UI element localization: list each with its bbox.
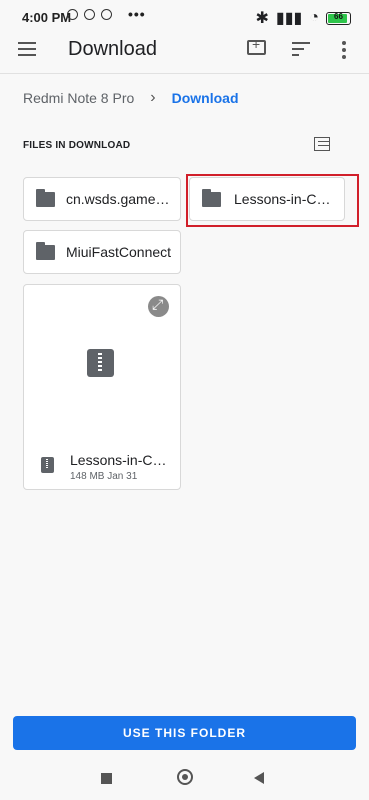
wifi-icon: ◔ [309,9,319,26]
breadcrumb: Redmi Note 8 Pro › Download [23,89,239,107]
battery-icon: 66 [326,11,351,25]
signal-icon: ▮▮▮ [275,10,303,27]
file-name: Lessons-in-Che... [70,452,174,468]
notification-icons [67,9,112,20]
folder-label: MiuiFastConnect [66,244,172,260]
selection-highlight [186,174,359,227]
app-bar: Download [0,34,369,66]
list-view-icon[interactable] [314,137,330,151]
sort-icon[interactable] [292,42,310,56]
folder-label: cn.wsds.game.... [66,191,171,207]
section-header: FILES IN DOWNLOAD [23,140,131,151]
zip-file-card[interactable]: Lessons-in-Che... 148 MB Jan 31 [23,284,181,490]
divider [0,73,369,74]
status-time: 4:00 PM [22,10,72,25]
notification-icon [101,9,112,20]
bluetooth-icon: ✱ [255,10,269,27]
recent-apps-icon[interactable] [101,773,112,784]
menu-icon[interactable] [18,42,36,56]
page-title: Download [68,38,157,60]
breadcrumb-current[interactable]: Download [172,90,239,106]
more-notifications: ••• [128,6,146,22]
expand-icon[interactable] [148,296,169,317]
chevron-right-icon: › [150,89,156,106]
more-options-icon[interactable] [342,41,346,62]
navigation-bar [0,760,369,800]
battery-level: 66 [334,11,343,21]
folder-icon [36,242,55,260]
folder-tile-miui-fast-connect[interactable]: MiuiFastConnect [23,230,181,274]
folder-tile-cn-wsds-game[interactable]: cn.wsds.game.... [23,177,181,221]
file-metadata: 148 MB Jan 31 [70,471,138,482]
small-zip-file-icon [41,457,54,473]
notification-icon [67,9,78,20]
use-this-folder-button[interactable]: USE THIS FOLDER [13,716,356,750]
folder-icon [36,189,55,207]
back-icon[interactable] [254,772,264,784]
breadcrumb-device[interactable]: Redmi Note 8 Pro [23,90,134,106]
new-folder-icon[interactable] [247,36,266,55]
system-status: ✱ ▮▮▮ ◔ 66 [255,8,351,28]
status-bar: 4:00 PM ••• ✱ ▮▮▮ ◔ 66 [0,0,369,34]
zip-file-icon [87,349,114,377]
notification-icon [84,9,95,20]
home-icon[interactable] [177,769,193,785]
